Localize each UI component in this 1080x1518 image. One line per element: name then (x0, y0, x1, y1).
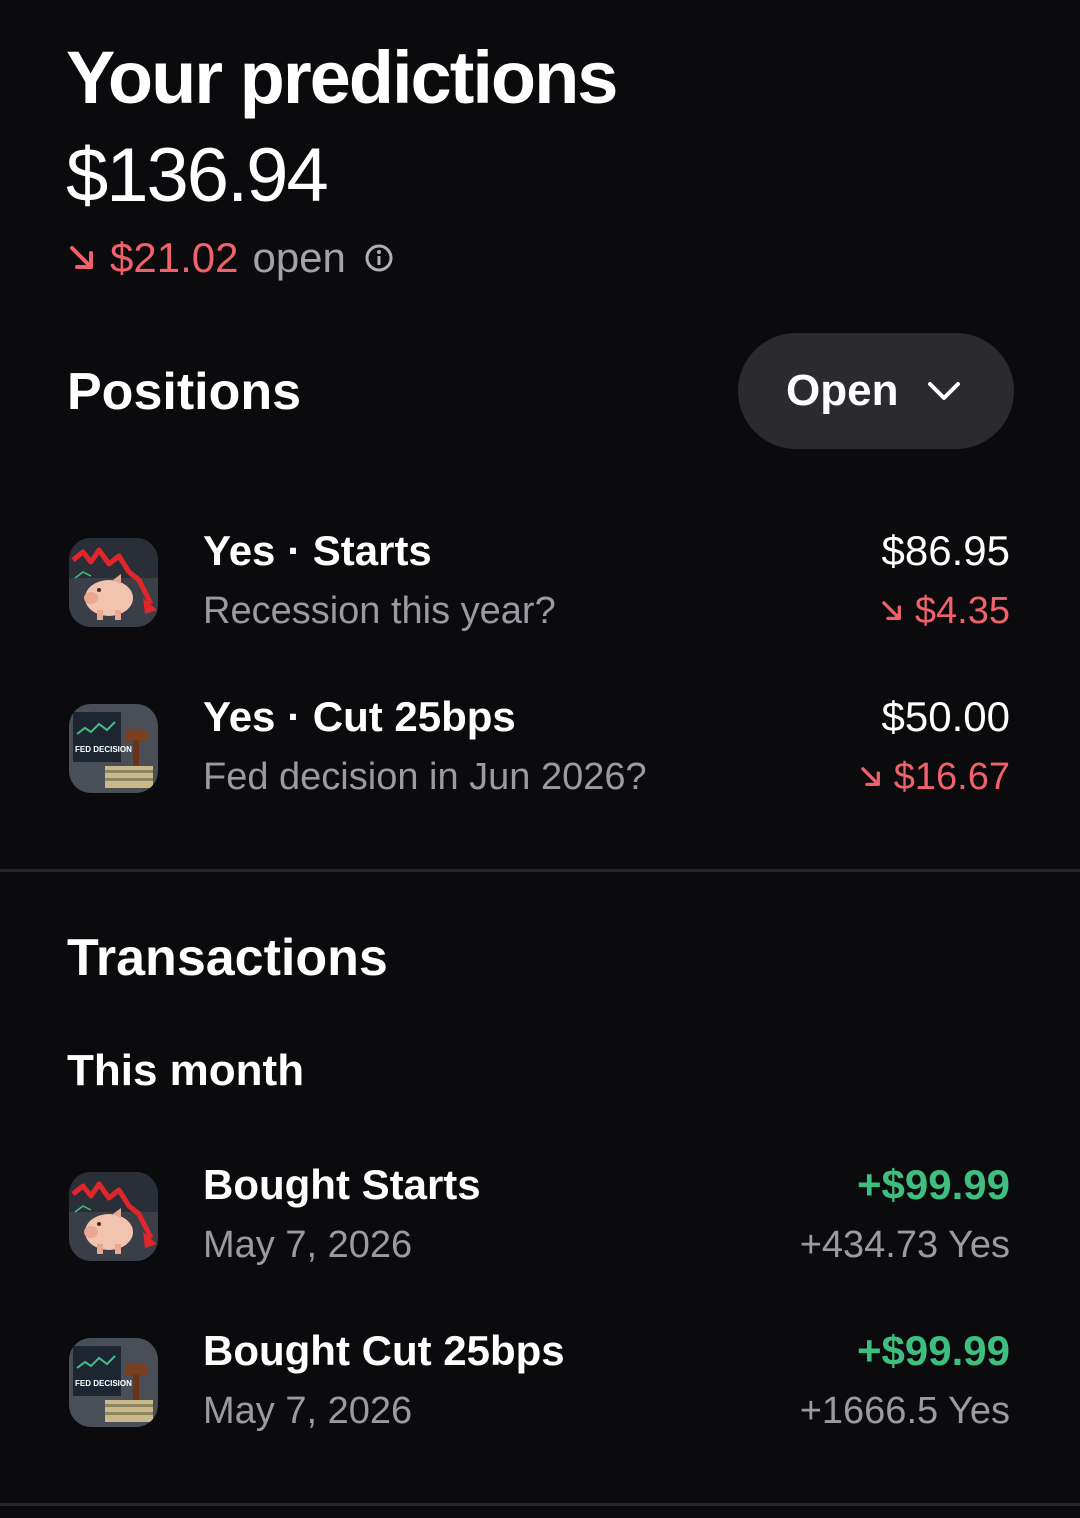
position-change: $4.35 (879, 585, 1010, 637)
filter-label: Open (786, 366, 899, 415)
chevron-down-icon (926, 380, 962, 402)
position-market: Recession this year? (203, 590, 556, 632)
transaction-row[interactable]: Bought Starts May 7, 2026 +$99.99 +434.7… (0, 1159, 1080, 1269)
transaction-shares: +1666.5 Yes (799, 1390, 1010, 1432)
info-icon[interactable] (364, 243, 394, 273)
positions-heading: Positions (67, 363, 302, 421)
arrow-down-right-icon (66, 242, 98, 274)
recession-piggy-bank-thumbnail (69, 1172, 158, 1261)
transaction-date: May 7, 2026 (203, 1224, 413, 1266)
position-market: Fed decision in Jun 2026? (203, 756, 647, 798)
section-divider (0, 1503, 1080, 1506)
thumbnail-caption: FED DECISION (75, 745, 132, 754)
transaction-row[interactable]: FED DECISION Bought Cut 25bps May 7, 202… (0, 1325, 1080, 1435)
arrow-down-right-icon (858, 764, 884, 790)
position-change: $16.67 (858, 751, 1010, 803)
transaction-title: Bought Cut 25bps (203, 1327, 565, 1374)
portfolio-balance: $136.94 (66, 133, 329, 218)
thumbnail-caption: FED DECISION (75, 1379, 132, 1388)
period-heading: This month (67, 1046, 305, 1095)
section-divider (0, 869, 1080, 872)
open-pl-amount: $21.02 (110, 234, 239, 281)
transaction-amount: +$99.99 (857, 1327, 1010, 1374)
position-row[interactable]: FED DECISION Yes · Cut 25bps Fed decisio… (0, 691, 1080, 801)
positions-filter-dropdown[interactable]: Open (738, 333, 1014, 449)
position-title: Yes · Starts (203, 527, 432, 574)
transaction-shares: +434.73 Yes (799, 1224, 1010, 1266)
position-value: $50.00 (881, 693, 1010, 740)
position-value: $86.95 (881, 527, 1010, 574)
open-pl-label: open (252, 234, 346, 281)
transaction-title: Bought Starts (203, 1161, 481, 1208)
position-row[interactable]: Yes · Starts Recession this year? $86.95… (0, 525, 1080, 635)
position-change-amount: $4.35 (914, 590, 1010, 632)
recession-piggy-bank-thumbnail (69, 538, 158, 627)
transaction-amount: +$99.99 (857, 1161, 1010, 1208)
open-pl-summary: $21.02 open (66, 230, 394, 286)
fed-decision-gavel-thumbnail: FED DECISION (69, 1338, 158, 1427)
position-title: Yes · Cut 25bps (203, 693, 516, 740)
page-title: Your predictions (66, 36, 618, 119)
arrow-down-right-icon (879, 598, 905, 624)
transactions-heading: Transactions (67, 929, 388, 987)
position-change-amount: $16.67 (893, 756, 1010, 798)
fed-decision-gavel-thumbnail: FED DECISION (69, 704, 158, 793)
transaction-date: May 7, 2026 (203, 1390, 413, 1432)
